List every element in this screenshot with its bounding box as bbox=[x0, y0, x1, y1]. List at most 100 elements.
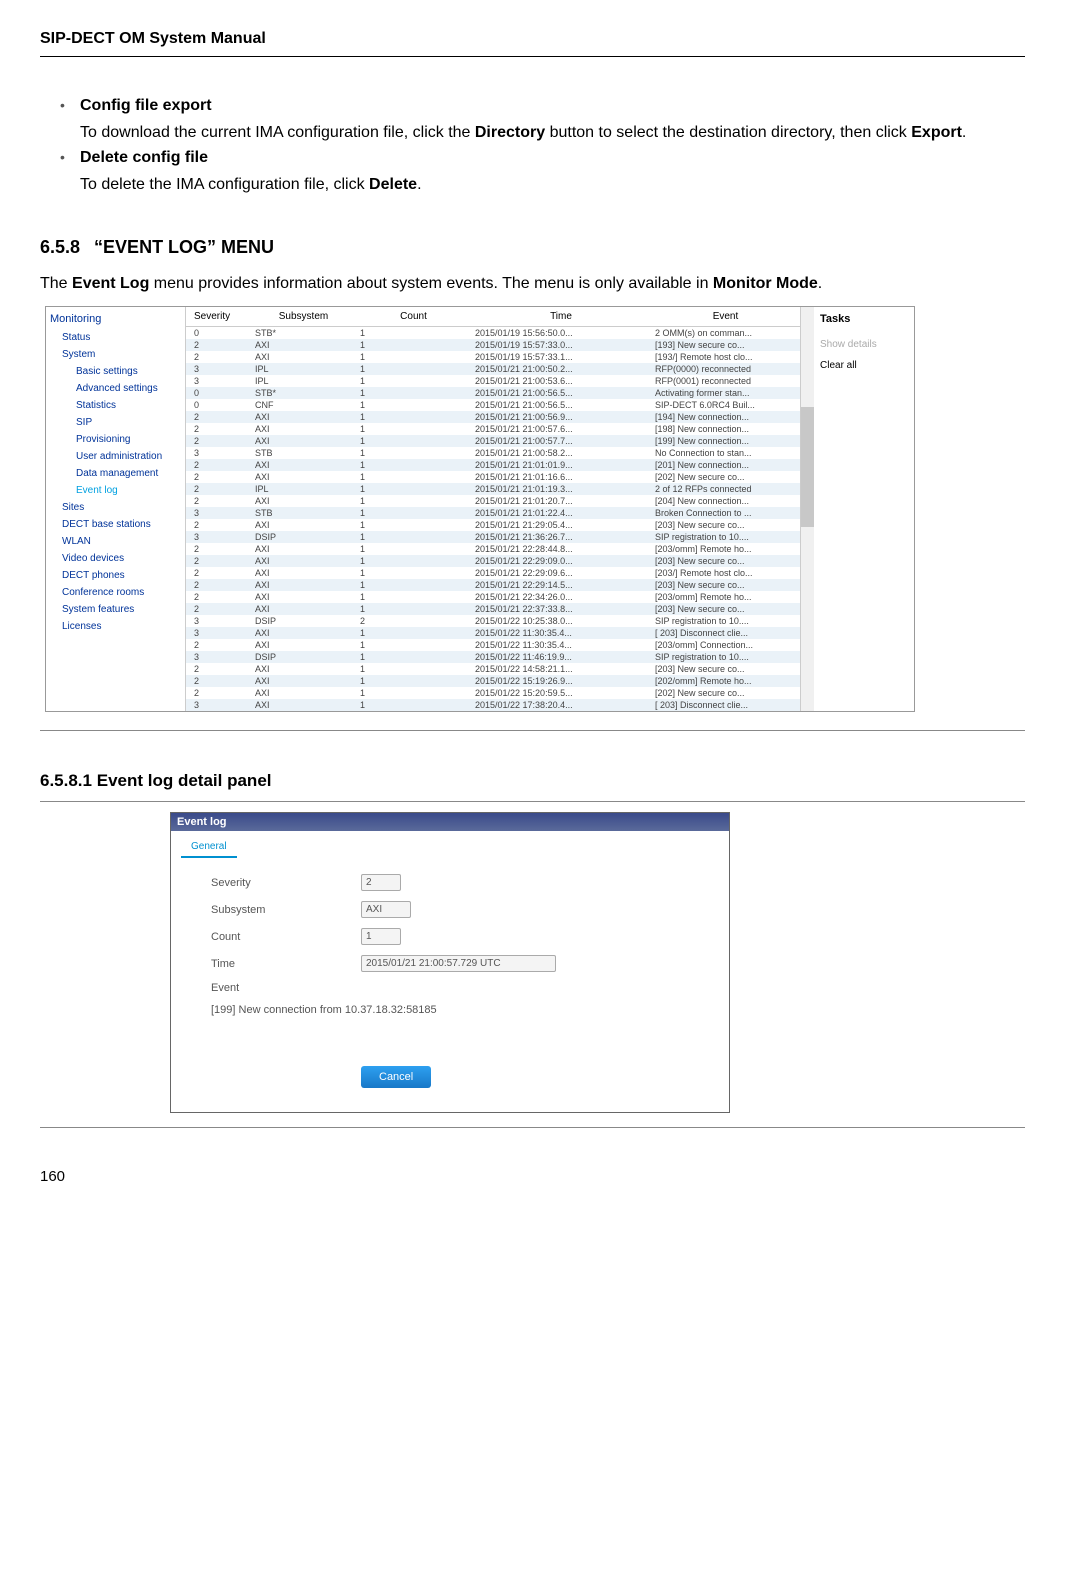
log-header: Severity Subsystem Count Time Event bbox=[186, 307, 800, 327]
task-clear-all[interactable]: Clear all bbox=[820, 360, 908, 371]
log-row[interactable]: 3AXI12015/01/22 17:38:20.4...[ 203] Disc… bbox=[186, 699, 800, 711]
sidebar-subitem[interactable]: Data management bbox=[50, 465, 181, 482]
header-rule bbox=[40, 56, 1025, 57]
log-row[interactable]: 2AXI12015/01/21 21:00:57.7...[199] New c… bbox=[186, 435, 800, 447]
sidebar-item[interactable]: WLAN bbox=[50, 533, 181, 550]
log-row[interactable]: 3AXI12015/01/22 11:30:35.4...[ 203] Disc… bbox=[186, 627, 800, 639]
log-row[interactable]: 2AXI12015/01/22 15:19:26.9...[202/omm] R… bbox=[186, 675, 800, 687]
section-intro: The Event Log menu provides information … bbox=[40, 272, 1025, 296]
sidebar-item[interactable]: Licenses bbox=[50, 618, 181, 635]
log-row[interactable]: 2AXI12015/01/21 21:01:16.6...[202] New s… bbox=[186, 471, 800, 483]
label-subsystem: Subsystem bbox=[211, 904, 361, 916]
log-main: Severity Subsystem Count Time Event 0STB… bbox=[186, 307, 914, 711]
section-number: 6.5.8 bbox=[40, 237, 80, 257]
log-row[interactable]: 2AXI12015/01/21 22:29:09.6...[203/] Remo… bbox=[186, 567, 800, 579]
log-row[interactable]: 3STB12015/01/21 21:01:22.4...Broken Conn… bbox=[186, 507, 800, 519]
event-text: [199] New connection from 10.37.18.32:58… bbox=[211, 1004, 705, 1016]
bullet-item-delete: Delete config file To delete the IMA con… bbox=[60, 149, 1025, 197]
log-row[interactable]: 2AXI12015/01/21 21:00:56.9...[194] New c… bbox=[186, 411, 800, 423]
col-header-event[interactable]: Event bbox=[651, 307, 800, 326]
sidebar-subitem[interactable]: Provisioning bbox=[50, 431, 181, 448]
scrollbar-thumb[interactable] bbox=[801, 407, 814, 527]
task-show-details: Show details bbox=[820, 339, 908, 350]
bullet-body: To download the current IMA configuratio… bbox=[80, 124, 966, 141]
sidebar-item[interactable]: Sites bbox=[50, 499, 181, 516]
label-event: Event bbox=[211, 982, 361, 994]
log-row[interactable]: 2AXI12015/01/19 15:57:33.1...[193/] Remo… bbox=[186, 351, 800, 363]
log-row[interactable]: 2AXI12015/01/21 21:01:01.9...[201] New c… bbox=[186, 459, 800, 471]
label-severity: Severity bbox=[211, 877, 361, 889]
sidebar-item[interactable]: System bbox=[50, 346, 181, 363]
log-row[interactable]: 3DSIP12015/01/22 11:46:19.9...SIP regist… bbox=[186, 651, 800, 663]
sidebar-subitem[interactable]: SIP bbox=[50, 414, 181, 431]
tasks-panel: Tasks Show details Clear all bbox=[814, 307, 914, 711]
log-table: Severity Subsystem Count Time Event 0STB… bbox=[186, 307, 800, 711]
scrollbar[interactable] bbox=[800, 307, 814, 711]
bullet-title: Delete config file bbox=[80, 149, 1025, 167]
bullet-title: Config file export bbox=[80, 97, 1025, 115]
sidebar-item-eventlog[interactable]: Event log bbox=[50, 482, 181, 499]
subsection-number: 6.5.8.1 bbox=[40, 771, 92, 790]
col-header-count[interactable]: Count bbox=[356, 307, 471, 326]
sidebar-subitem[interactable]: Statistics bbox=[50, 397, 181, 414]
input-count bbox=[361, 928, 401, 945]
log-row[interactable]: 2AXI12015/01/21 22:29:14.5...[203] New s… bbox=[186, 579, 800, 591]
sidebar-subitem[interactable]: Basic settings bbox=[50, 363, 181, 380]
event-log-screenshot: Monitoring StatusSystem Basic settingsAd… bbox=[45, 306, 915, 712]
cancel-button[interactable]: Cancel bbox=[361, 1066, 431, 1088]
log-row[interactable]: 2AXI12015/01/21 22:29:09.0...[203] New s… bbox=[186, 555, 800, 567]
bottom-separator bbox=[40, 1127, 1025, 1128]
input-subsystem bbox=[361, 901, 411, 918]
log-row[interactable]: 2AXI12015/01/22 14:58:21.1...[203] New s… bbox=[186, 663, 800, 675]
subsection-rule bbox=[40, 801, 1025, 802]
detail-header: Event log bbox=[171, 813, 729, 831]
sidebar-item[interactable]: DECT phones bbox=[50, 567, 181, 584]
sidebar-subitem[interactable]: User administration bbox=[50, 448, 181, 465]
page-number: 160 bbox=[40, 1168, 1025, 1185]
log-row[interactable]: 0STB*12015/01/21 21:00:56.5...Activating… bbox=[186, 387, 800, 399]
col-header-subsystem[interactable]: Subsystem bbox=[251, 307, 356, 326]
sidebar-item[interactable]: Video devices bbox=[50, 550, 181, 567]
log-row[interactable]: 0CNF12015/01/21 21:00:56.5...SIP-DECT 6.… bbox=[186, 399, 800, 411]
sidebar-subitem[interactable]: Advanced settings bbox=[50, 380, 181, 397]
log-row[interactable]: 2AXI12015/01/22 11:30:35.4...[203/omm] C… bbox=[186, 639, 800, 651]
log-row[interactable]: 2AXI12015/01/21 22:34:26.0...[203/omm] R… bbox=[186, 591, 800, 603]
label-time: Time bbox=[211, 958, 361, 970]
subsection-heading: 6.5.8.1 Event log detail panel bbox=[40, 771, 1025, 791]
event-log-detail-panel: Event log General Severity Subsystem Cou… bbox=[170, 812, 730, 1113]
log-row[interactable]: 2AXI12015/01/21 21:29:05.4...[203] New s… bbox=[186, 519, 800, 531]
doc-header: SIP-DECT OM System Manual bbox=[40, 30, 1025, 48]
input-time bbox=[361, 955, 556, 972]
subsection-title: Event log detail panel bbox=[97, 771, 272, 790]
sidebar-item[interactable]: Status bbox=[50, 329, 181, 346]
log-row[interactable]: 3IPL12015/01/21 21:00:50.2...RFP(0000) r… bbox=[186, 363, 800, 375]
log-row[interactable]: 3IPL12015/01/21 21:00:53.6...RFP(0001) r… bbox=[186, 375, 800, 387]
log-row[interactable]: 3DSIP12015/01/21 21:36:26.7...SIP regist… bbox=[186, 531, 800, 543]
log-row[interactable]: 2AXI12015/01/19 15:57:33.0...[193] New s… bbox=[186, 339, 800, 351]
log-row[interactable]: 2AXI12015/01/21 21:00:57.6...[198] New c… bbox=[186, 423, 800, 435]
log-row[interactable]: 3STB12015/01/21 21:00:58.2...No Connecti… bbox=[186, 447, 800, 459]
input-severity bbox=[361, 874, 401, 891]
sidebar-nav: Monitoring StatusSystem Basic settingsAd… bbox=[46, 307, 186, 711]
log-row[interactable]: 2AXI12015/01/22 15:20:59.5...[202] New s… bbox=[186, 687, 800, 699]
sidebar-item[interactable]: Conference rooms bbox=[50, 584, 181, 601]
col-header-time[interactable]: Time bbox=[471, 307, 651, 326]
detail-tab-general[interactable]: General bbox=[181, 837, 237, 858]
col-header-severity[interactable]: Severity bbox=[186, 307, 251, 326]
log-row[interactable]: 2AXI12015/01/21 21:01:20.7...[204] New c… bbox=[186, 495, 800, 507]
log-row[interactable]: 2IPL12015/01/21 21:01:19.3...2 of 12 RFP… bbox=[186, 483, 800, 495]
bullet-list: Config file export To download the curre… bbox=[60, 97, 1025, 197]
bullet-body: To delete the IMA configuration file, cl… bbox=[80, 176, 422, 193]
sidebar-item[interactable]: System features bbox=[50, 601, 181, 618]
sidebar-heading[interactable]: Monitoring bbox=[50, 313, 181, 325]
section-heading: 6.5.8 “EVENT LOG” MENU bbox=[40, 237, 1025, 258]
section-title: “EVENT LOG” MENU bbox=[94, 237, 274, 257]
sidebar-item[interactable]: DECT base stations bbox=[50, 516, 181, 533]
log-row[interactable]: 2AXI12015/01/21 22:37:33.8...[203] New s… bbox=[186, 603, 800, 615]
log-row[interactable]: 3DSIP22015/01/22 10:25:38.0...SIP regist… bbox=[186, 615, 800, 627]
log-row[interactable]: 2AXI12015/01/21 22:28:44.8...[203/omm] R… bbox=[186, 543, 800, 555]
label-count: Count bbox=[211, 931, 361, 943]
tasks-heading: Tasks bbox=[820, 313, 908, 325]
log-row[interactable]: 0STB*12015/01/19 15:56:50.0...2 OMM(s) o… bbox=[186, 327, 800, 339]
separator bbox=[40, 730, 1025, 731]
